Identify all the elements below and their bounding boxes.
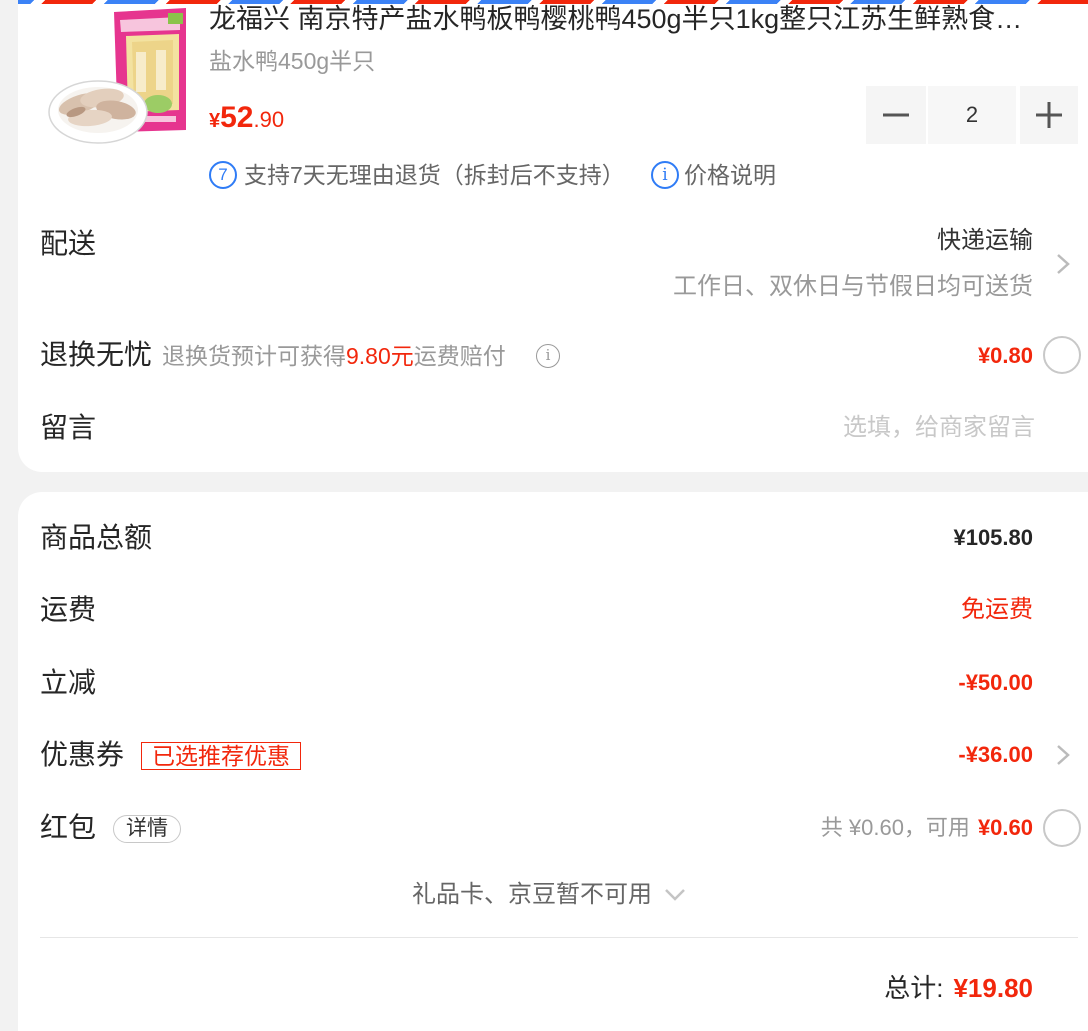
discount-value: -¥50.00	[958, 670, 1033, 695]
red-packet-label: 红包	[40, 812, 97, 843]
plus-icon	[1036, 102, 1062, 128]
chevron-down-icon	[665, 889, 685, 901]
return-policy-text[interactable]: 支持7天无理由退货（拆封后不支持）	[244, 160, 625, 190]
quantity-increase-button[interactable]	[1020, 86, 1078, 144]
return-insurance-desc: 退换货预计可获得9.80元运费赔付	[162, 340, 506, 372]
return-insurance-radio[interactable]	[1043, 336, 1081, 374]
red-packet-radio[interactable]	[1043, 809, 1081, 847]
red-packet-summary: 共 ¥0.60，可用 ¥0.60	[821, 812, 1033, 844]
price-decimal: .90	[253, 107, 285, 132]
product-image[interactable]	[40, 0, 192, 150]
product-price: ¥52.90	[209, 96, 284, 140]
return-insurance-desc-suffix: 运费赔付	[413, 343, 506, 369]
info-icon[interactable]: i	[651, 161, 679, 189]
quantity-decrease-button[interactable]	[866, 86, 926, 144]
shipping-value: 免运费	[961, 596, 1033, 623]
return-insurance-desc-prefix: 退换货预计可获得	[162, 343, 346, 369]
goods-total-label: 商品总额	[40, 522, 153, 553]
total-value: ¥19.80	[953, 973, 1033, 1003]
delivery-label: 配送	[40, 228, 97, 259]
red-packet-detail-button[interactable]: 详情	[113, 815, 181, 843]
delivery-method[interactable]: 快递运输	[937, 225, 1033, 257]
quantity-input[interactable]	[928, 86, 1016, 144]
unavailable-toggle[interactable]: 礼品卡、京豆暂不可用	[412, 878, 686, 912]
product-spec: 盐水鸭450g半只	[209, 48, 376, 74]
shipping-label: 运费	[40, 594, 97, 625]
goods-total-value: ¥105.80	[953, 525, 1033, 550]
price-integer: 52	[220, 101, 254, 134]
seven-day-return-icon: 7	[209, 161, 237, 189]
order-total: 总计: ¥19.80	[884, 970, 1033, 1011]
red-packet-total: 共 ¥0.60，可用	[820, 815, 970, 840]
info-circle-icon[interactable]: i	[536, 344, 560, 368]
message-input[interactable]	[615, 410, 1035, 446]
return-insurance-amount: 9.80元	[346, 343, 414, 369]
minus-icon	[883, 113, 909, 117]
discount-label: 立减	[40, 667, 97, 698]
coupon-tag[interactable]: 已选推荐优惠	[141, 742, 301, 770]
total-label: 总计:	[884, 973, 944, 1003]
summary-divider	[40, 937, 1078, 938]
red-packet-available: ¥0.60	[977, 815, 1033, 840]
chevron-right-icon[interactable]	[1055, 252, 1071, 276]
unavailable-note: 礼品卡、京豆暂不可用	[412, 881, 652, 908]
price-note-link[interactable]: 价格说明	[684, 160, 776, 190]
return-insurance-label: 退换无忧	[40, 339, 153, 370]
product-title[interactable]: 龙福兴 南京特产盐水鸭板鸭樱桃鸭450g半只1kg整只江苏生鲜熟食…	[209, 2, 1069, 36]
message-label: 留言	[40, 412, 97, 443]
chevron-right-icon[interactable]	[1055, 743, 1071, 767]
price-currency: ¥	[209, 110, 221, 132]
delivery-note: 工作日、双休日与节假日均可送货	[673, 273, 1033, 300]
return-insurance-price: ¥0.80	[977, 343, 1033, 368]
coupon-label: 优惠券	[40, 739, 125, 770]
coupon-value[interactable]: -¥36.00	[958, 739, 1033, 771]
